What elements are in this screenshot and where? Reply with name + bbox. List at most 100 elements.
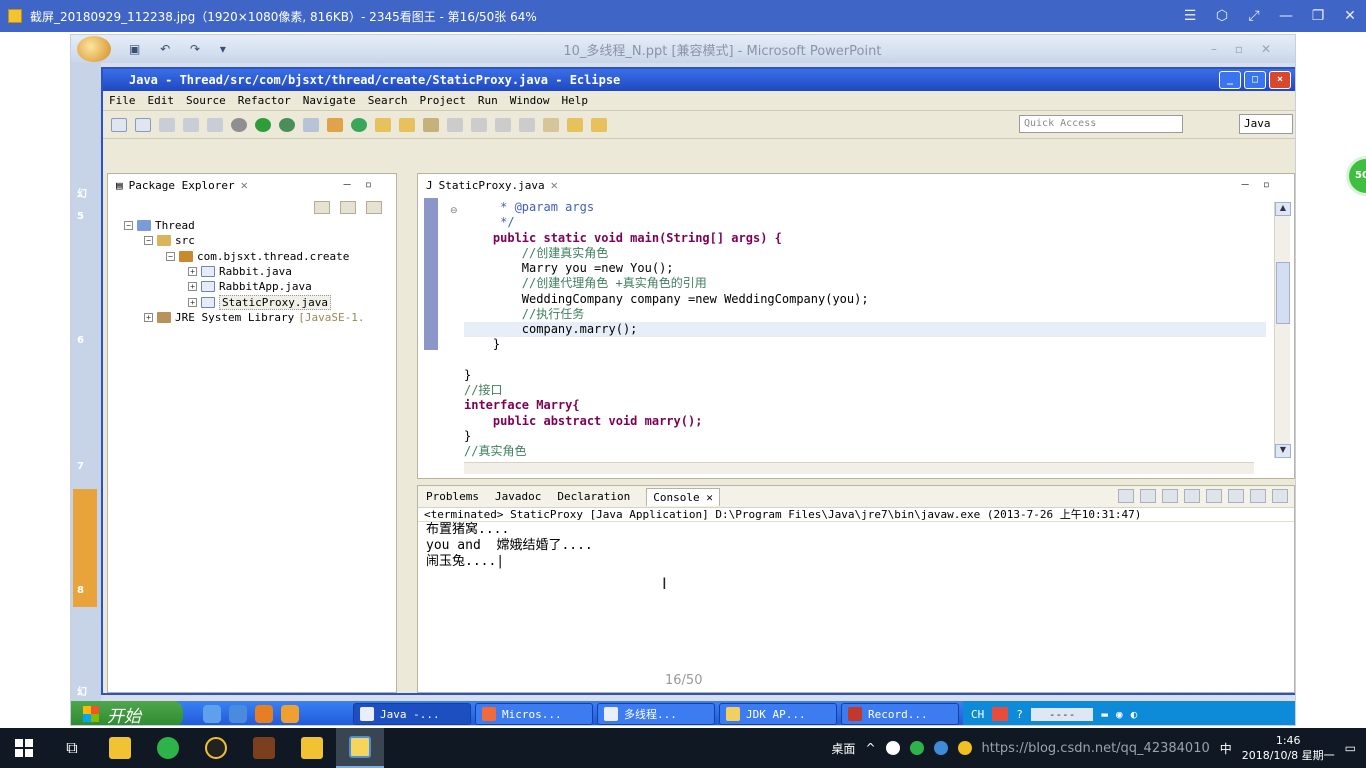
menu-refactor[interactable]: Refactor	[238, 94, 291, 107]
restore-button[interactable]: ❐	[1302, 8, 1334, 24]
eclipse-close-button[interactable]: ×	[1269, 71, 1291, 89]
quick-access-toolbar[interactable]: ▣ ↶ ↷ ▾	[129, 42, 234, 56]
skip-breakpoints-icon[interactable]	[303, 117, 319, 132]
tree-row-package[interactable]: − com.bjsxt.thread.create	[108, 249, 396, 264]
java-perspective-button[interactable]: Java	[1239, 114, 1293, 134]
toggle-icon[interactable]	[519, 117, 535, 132]
print-icon[interactable]	[207, 117, 223, 132]
eclipse-minimize-button[interactable]: _	[1219, 71, 1241, 89]
language-indicator[interactable]: CH	[971, 708, 984, 721]
close-button[interactable]: ✕	[1334, 8, 1366, 24]
xp-task-button[interactable]: Java -...	[353, 703, 471, 725]
clear-console-icon[interactable]	[1162, 489, 1178, 503]
quick-access-input[interactable]: Quick Access	[1019, 115, 1183, 133]
link-with-editor-icon[interactable]	[340, 200, 356, 214]
expand-icon[interactable]: +	[188, 267, 197, 277]
clock[interactable]: 1:46 2018/10/8 星期一	[1242, 733, 1335, 763]
qq-icon[interactable]: ◉	[1116, 708, 1123, 721]
help-icon[interactable]: ?	[1016, 708, 1023, 721]
editor-horizontal-scrollbar[interactable]	[464, 462, 1254, 474]
open-folder-icon[interactable]	[423, 117, 439, 132]
pin-icon[interactable]	[495, 117, 511, 132]
eclipse-maximize-button[interactable]: □	[1244, 71, 1266, 89]
skin-icon[interactable]: ⬡	[1206, 8, 1238, 24]
scroll-thumb[interactable]	[1276, 262, 1290, 324]
forward-icon[interactable]	[591, 117, 607, 132]
xp-start-button[interactable]: 开始	[71, 701, 183, 725]
ime-indicator[interactable]: 中	[1220, 740, 1232, 757]
pane-window-controls[interactable]: –▫	[344, 177, 386, 191]
editor-vertical-scrollbar[interactable]: ▲ ▼	[1274, 202, 1291, 458]
xp-task-button[interactable]: Record...	[841, 703, 959, 725]
annotation-next-icon[interactable]	[447, 117, 463, 132]
windows-start-button[interactable]	[0, 728, 48, 768]
menu-edit[interactable]: Edit	[148, 94, 175, 107]
collapse-icon[interactable]: −	[166, 251, 175, 261]
debug-icon[interactable]	[231, 117, 247, 132]
close-icon[interactable]: ✕	[706, 491, 713, 504]
network-icon[interactable]: ▬	[1101, 708, 1108, 721]
close-icon[interactable]: ✕	[241, 178, 248, 192]
expand-icon[interactable]: +	[144, 312, 153, 322]
menu-source[interactable]: Source	[186, 94, 226, 107]
taskbar-app[interactable]	[192, 728, 240, 768]
xp-task-button[interactable]: 多线程...	[597, 703, 715, 725]
external-tools-icon[interactable]	[279, 117, 295, 132]
collapse-icon[interactable]: −	[124, 221, 133, 231]
remove-launches-icon[interactable]	[1140, 489, 1156, 503]
terminate-icon[interactable]	[1118, 489, 1134, 503]
pin-console-icon[interactable]	[1228, 489, 1244, 503]
display-console-icon[interactable]	[1250, 489, 1266, 503]
scroll-up-icon[interactable]: ▲	[1275, 202, 1291, 216]
taskbar-app[interactable]	[144, 728, 192, 768]
package-explorer-tab[interactable]: ▤ Package Explorer ✕ –▫	[108, 174, 396, 196]
last-edit-icon[interactable]	[543, 117, 559, 132]
open-console-icon[interactable]	[1272, 489, 1288, 503]
cloud-icon[interactable]	[933, 741, 948, 755]
expand-icon[interactable]: +	[188, 297, 197, 307]
menu-project[interactable]: Project	[419, 94, 465, 107]
menu-run[interactable]: Run	[478, 94, 498, 107]
tree-row-jre[interactable]: + JRE System Library [JavaSE-1.	[108, 310, 396, 325]
close-icon[interactable]: ✕	[551, 178, 558, 192]
menu-icon[interactable]: ☰	[1174, 8, 1206, 24]
menu-window[interactable]: Window	[510, 94, 550, 107]
tree-row-file[interactable]: + Rabbit.java	[108, 264, 396, 279]
tab-console[interactable]: Console ✕	[646, 487, 720, 506]
action-center-icon[interactable]: ▭	[1345, 741, 1356, 755]
taskbar-app[interactable]	[96, 728, 144, 768]
menu-search[interactable]: Search	[368, 94, 408, 107]
collapse-all-icon[interactable]	[314, 200, 330, 214]
collapse-icon[interactable]: −	[144, 236, 153, 246]
taskbar-app[interactable]	[288, 728, 336, 768]
new-icon[interactable]	[111, 117, 127, 132]
editor-tab[interactable]: J StaticProxy.java ✕ –▫	[418, 174, 1294, 196]
tree-row-src[interactable]: − src	[108, 233, 396, 248]
save-all-icon[interactable]	[183, 117, 199, 132]
console-output[interactable]: 布置猪窝.... you and 嫦娥结婚了.... 闹玉兔....|	[418, 522, 1294, 570]
ime-icon[interactable]	[992, 707, 1009, 721]
security-icon[interactable]	[909, 741, 924, 755]
scroll-lock-icon[interactable]	[1184, 489, 1200, 503]
open-icon[interactable]	[135, 117, 151, 132]
run-icon[interactable]	[255, 117, 271, 132]
slide-number[interactable]: 5	[77, 211, 84, 222]
fullscreen-icon[interactable]: ⤢	[1238, 8, 1270, 24]
taskbar-app[interactable]	[240, 728, 288, 768]
word-wrap-icon[interactable]	[1206, 489, 1222, 503]
tab-declaration[interactable]: Declaration	[557, 490, 630, 503]
quick-launch-icon[interactable]	[203, 705, 221, 723]
view-menu-icon[interactable]	[366, 200, 382, 214]
add-icon[interactable]	[957, 741, 972, 755]
search-icon[interactable]	[399, 117, 415, 132]
open-type-icon[interactable]	[375, 117, 391, 132]
minimize-button[interactable]: —	[1270, 8, 1302, 24]
tree-row-project[interactable]: − Thread	[108, 218, 396, 233]
volume-icon[interactable]: ◐	[1131, 708, 1138, 721]
code-editor[interactable]: J StaticProxy.java ✕ –▫ ⊖ * @param args …	[417, 173, 1295, 479]
ie-icon[interactable]	[229, 705, 247, 723]
expand-icon[interactable]: +	[188, 282, 197, 292]
show-hidden-icons[interactable]: ^	[865, 741, 875, 755]
firefox-icon[interactable]	[255, 705, 273, 723]
tree-row-file-selected[interactable]: + StaticProxy.java	[108, 294, 396, 310]
